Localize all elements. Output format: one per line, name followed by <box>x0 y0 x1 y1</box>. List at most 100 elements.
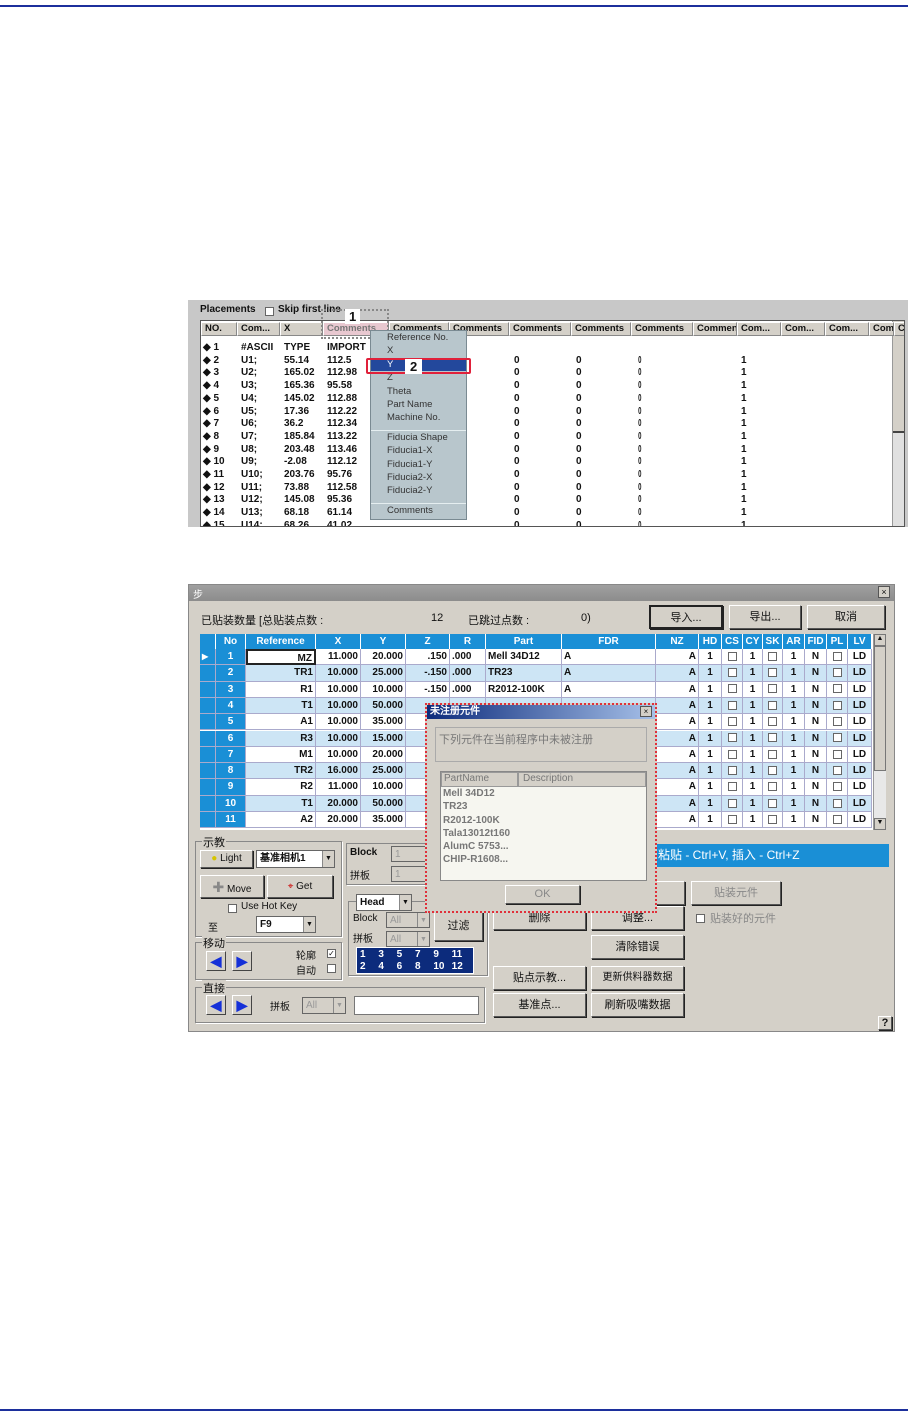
export-button[interactable]: 导出... <box>729 605 801 629</box>
checkbox[interactable] <box>768 782 777 792</box>
checkbox-cell[interactable] <box>827 714 848 731</box>
checkbox-cell[interactable] <box>827 649 848 666</box>
checkbox-cell[interactable] <box>722 665 743 682</box>
grid-cell[interactable]: 3 <box>216 681 246 698</box>
checkbox[interactable] <box>768 749 777 759</box>
grid-cell[interactable]: 1 <box>699 665 722 682</box>
grid-column-header[interactable]: NZ <box>656 634 699 649</box>
checkbox-cell[interactable] <box>763 812 783 829</box>
grid-cell[interactable]: 20.000 <box>316 812 361 829</box>
move-button[interactable]: ✚ Move <box>200 875 264 898</box>
grid-cell[interactable]: 10.000 <box>316 665 361 682</box>
checkbox-cell[interactable] <box>827 697 848 715</box>
checkbox[interactable] <box>832 684 842 694</box>
grid-cell[interactable]: A1 <box>246 714 316 731</box>
grid-cell[interactable]: 6 <box>216 730 246 747</box>
row-indicator[interactable] <box>200 795 216 812</box>
grid-cell[interactable]: 2 <box>216 665 246 682</box>
checkbox[interactable] <box>727 749 737 759</box>
fiducial-button[interactable]: 基准点... <box>493 993 586 1017</box>
grid-cell[interactable]: 1 <box>743 714 763 731</box>
grid-cell[interactable]: 1 <box>743 812 763 829</box>
checkbox-cell[interactable] <box>763 665 783 682</box>
grid-cell[interactable]: N <box>805 681 827 698</box>
grid-cell[interactable]: N <box>805 746 827 764</box>
grid-cell[interactable]: A <box>656 730 699 747</box>
grid-cell[interactable]: LD <box>848 697 872 715</box>
fkey-combo[interactable]: F9 ▼ <box>256 916 316 933</box>
grid-cell[interactable]: 1 <box>783 665 805 682</box>
grid-cell[interactable]: 1 <box>699 779 722 796</box>
camera-combo[interactable]: 基准相机1 ▼ <box>256 850 335 868</box>
grid-cell[interactable]: A <box>656 779 699 796</box>
checkbox-cell[interactable] <box>722 763 743 780</box>
checkbox-cell[interactable] <box>827 665 848 682</box>
grid-cell[interactable]: .150 <box>406 649 450 666</box>
grid-cell[interactable]: 1 <box>743 763 763 780</box>
checkbox-cell[interactable] <box>763 697 783 715</box>
checkbox-cell[interactable] <box>722 697 743 715</box>
checkbox[interactable] <box>832 717 842 727</box>
column-header[interactable]: Comments <box>571 322 631 336</box>
grid-cell[interactable]: 10.000 <box>361 779 406 796</box>
checkbox-cell[interactable] <box>827 763 848 780</box>
checkbox-cell[interactable] <box>722 681 743 698</box>
grid-cell[interactable]: 1 <box>699 714 722 731</box>
grid-cell[interactable]: 1 <box>783 812 805 829</box>
row-indicator[interactable] <box>200 730 216 747</box>
grid-column-header[interactable]: PL <box>827 634 848 649</box>
checkbox[interactable] <box>768 651 777 661</box>
head-list[interactable]: 1 3 5 7 9 11 2 4 6 8 10 12 <box>356 947 474 974</box>
head-item[interactable]: 1 <box>360 949 378 961</box>
grid-cell[interactable]: 20.000 <box>361 746 406 764</box>
grid-cell[interactable]: 10.000 <box>316 697 361 715</box>
head-item[interactable]: 6 <box>397 961 415 973</box>
checkbox-cell[interactable] <box>763 746 783 764</box>
menu-item[interactable]: Part Name <box>371 398 466 411</box>
get-button[interactable]: ⌖ Get <box>267 875 333 898</box>
grid-cell[interactable]: N <box>805 714 827 731</box>
arrow-right-icon[interactable]: ▶ <box>232 951 252 971</box>
grid-column-header[interactable]: AR <box>783 634 805 649</box>
grid-cell[interactable]: 1 <box>783 714 805 731</box>
grid-cell[interactable]: 1 <box>699 812 722 829</box>
checkbox[interactable] <box>727 717 737 727</box>
checkbox-cell[interactable] <box>763 795 783 812</box>
checkbox-cell[interactable] <box>763 730 783 747</box>
grid-cell[interactable]: A <box>656 665 699 682</box>
grid-cell[interactable]: 1 <box>699 697 722 715</box>
menu-item[interactable]: Fiducia2-Y <box>371 484 466 497</box>
checkbox[interactable] <box>768 798 777 808</box>
grid-cell[interactable]: LD <box>848 681 872 698</box>
grid-cell[interactable]: 1 <box>743 730 763 747</box>
checkbox[interactable] <box>832 749 842 759</box>
grid-column-header[interactable]: CS <box>722 634 743 649</box>
grid-cell[interactable]: 25.000 <box>361 665 406 682</box>
grid-cell[interactable]: N <box>805 763 827 780</box>
checkbox-cell[interactable] <box>722 714 743 731</box>
grid-cell[interactable]: 5 <box>216 714 246 731</box>
grid-cell[interactable]: 35.000 <box>361 812 406 829</box>
grid-cell[interactable]: 1 <box>743 681 763 698</box>
close-button[interactable]: × <box>878 586 890 598</box>
grid-cell[interactable]: 11 <box>216 812 246 829</box>
checkbox[interactable] <box>727 765 737 775</box>
grid-cell[interactable]: 9 <box>216 779 246 796</box>
checkbox[interactable] <box>727 814 737 824</box>
grid-cell[interactable]: Mell 34D12 <box>486 649 562 666</box>
checkbox[interactable] <box>727 782 737 792</box>
checkbox-cell[interactable] <box>827 746 848 764</box>
grid-cell[interactable]: 25.000 <box>361 763 406 780</box>
checkbox[interactable] <box>832 782 842 792</box>
grid-cell[interactable]: LD <box>848 730 872 747</box>
checkbox[interactable] <box>768 668 777 678</box>
grid-cell[interactable]: 10.000 <box>316 714 361 731</box>
checkbox[interactable] <box>832 668 842 678</box>
grid-cell[interactable]: 1 <box>783 795 805 812</box>
grid-cell[interactable]: -.150 <box>406 681 450 698</box>
grid-cell[interactable]: N <box>805 649 827 666</box>
grid-scrollbar[interactable]: ▲ ▼ <box>873 634 886 830</box>
refresh-nozzle-button[interactable]: 刷新吸嘴数据 <box>591 993 684 1017</box>
outline-checkbox[interactable]: ✓ <box>327 949 336 958</box>
checkbox-cell[interactable] <box>827 730 848 747</box>
